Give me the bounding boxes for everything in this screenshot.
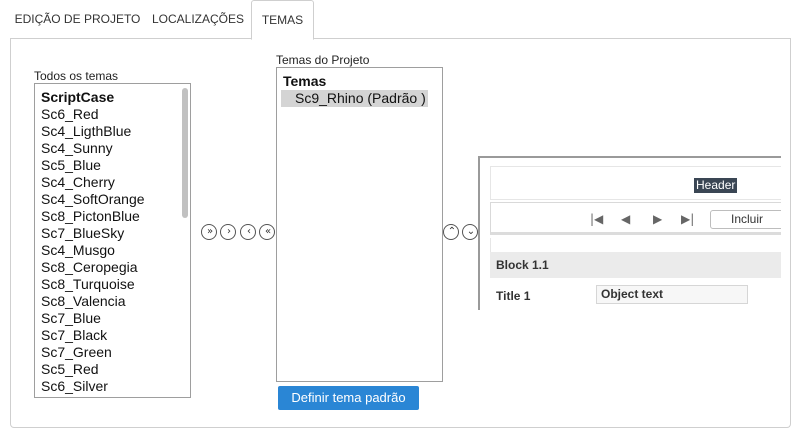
list-item[interactable]: Sc4_Sunny bbox=[41, 140, 190, 157]
list-item[interactable]: Sc4_Cherry bbox=[41, 174, 190, 191]
project-themes-label: Temas do Projeto bbox=[276, 53, 370, 67]
list-item[interactable]: Sc7_Black bbox=[41, 327, 190, 344]
list-item[interactable]: Sc5_Red bbox=[41, 361, 190, 378]
tab-temas[interactable]: TEMAS bbox=[251, 0, 314, 40]
list-item[interactable]: Sc4_LigthBlue bbox=[41, 123, 190, 140]
preview-spacer bbox=[490, 238, 781, 252]
list-item[interactable]: Sc6_Silver bbox=[41, 378, 190, 395]
add-one-button[interactable]: › bbox=[220, 224, 236, 240]
list-item-selected[interactable]: Sc9_Rhino (Padrão ) bbox=[281, 90, 428, 107]
tab-localizacoes[interactable]: LOCALIZAÇÕES bbox=[145, 0, 251, 39]
set-default-theme-button[interactable]: Definir tema padrão bbox=[278, 386, 419, 410]
last-page-icon[interactable]: ▶| bbox=[681, 212, 694, 226]
scrollbar[interactable] bbox=[182, 88, 188, 218]
preview-field-input[interactable]: Object text bbox=[596, 285, 748, 304]
preview-header: Header bbox=[490, 166, 781, 200]
tab-bar: EDIÇÃO DE PROJETO LOCALIZAÇÕES TEMAS bbox=[10, 0, 791, 40]
preview-toolbar: |◀ ◀ ▶ ▶| Incluir bbox=[490, 202, 781, 235]
all-themes-list[interactable]: ScriptCase Sc6_Red Sc4_LigthBlue Sc4_Sun… bbox=[34, 83, 191, 398]
add-all-button[interactable]: » bbox=[201, 224, 217, 240]
remove-all-button[interactable]: « bbox=[259, 224, 275, 240]
move-down-button[interactable]: ⌄ bbox=[462, 224, 478, 240]
first-page-icon[interactable]: |◀ bbox=[590, 212, 603, 226]
list-item[interactable]: Sc7_Green bbox=[41, 344, 190, 361]
project-themes-list[interactable]: Temas Sc9_Rhino (Padrão ) bbox=[276, 67, 443, 382]
list-item[interactable]: Sc8_Turquoise bbox=[41, 276, 190, 293]
incluir-button[interactable]: Incluir bbox=[710, 210, 781, 229]
tab-edicao-de-projeto[interactable]: EDIÇÃO DE PROJETO bbox=[10, 0, 145, 39]
remove-one-button[interactable]: ‹ bbox=[240, 224, 256, 240]
list-item[interactable]: Sc8_Ceropegia bbox=[41, 259, 190, 276]
preview-field-row: Title 1 Object text bbox=[490, 282, 781, 310]
list-item[interactable]: Sc5_Blue bbox=[41, 157, 190, 174]
list-item[interactable]: Sc7_Blue bbox=[41, 310, 190, 327]
preview-header-text: Header bbox=[694, 178, 738, 193]
list-item[interactable]: ScriptCase bbox=[41, 89, 190, 106]
list-item[interactable]: Sc4_Musgo bbox=[41, 242, 190, 259]
list-item[interactable]: Sc6_Red bbox=[41, 106, 190, 123]
next-page-icon[interactable]: ▶ bbox=[653, 212, 662, 226]
list-group-label: Temas bbox=[283, 73, 327, 89]
move-up-button[interactable]: ⌃ bbox=[443, 224, 459, 240]
all-themes-label: Todos os temas bbox=[34, 69, 119, 83]
list-item[interactable]: Sc8_Valencia bbox=[41, 293, 190, 310]
preview-block-title: Block 1.1 bbox=[490, 252, 781, 278]
preview-field-label: Title 1 bbox=[496, 289, 531, 303]
list-item[interactable]: Sc8_PictonBlue bbox=[41, 208, 190, 225]
previous-page-icon[interactable]: ◀ bbox=[621, 212, 630, 226]
list-item[interactable]: Sc7_BlueSky bbox=[41, 225, 190, 242]
theme-preview: Header |◀ ◀ ▶ ▶| Incluir Block 1.1 Title… bbox=[478, 156, 781, 310]
list-item[interactable]: Sc4_SoftOrange bbox=[41, 191, 190, 208]
